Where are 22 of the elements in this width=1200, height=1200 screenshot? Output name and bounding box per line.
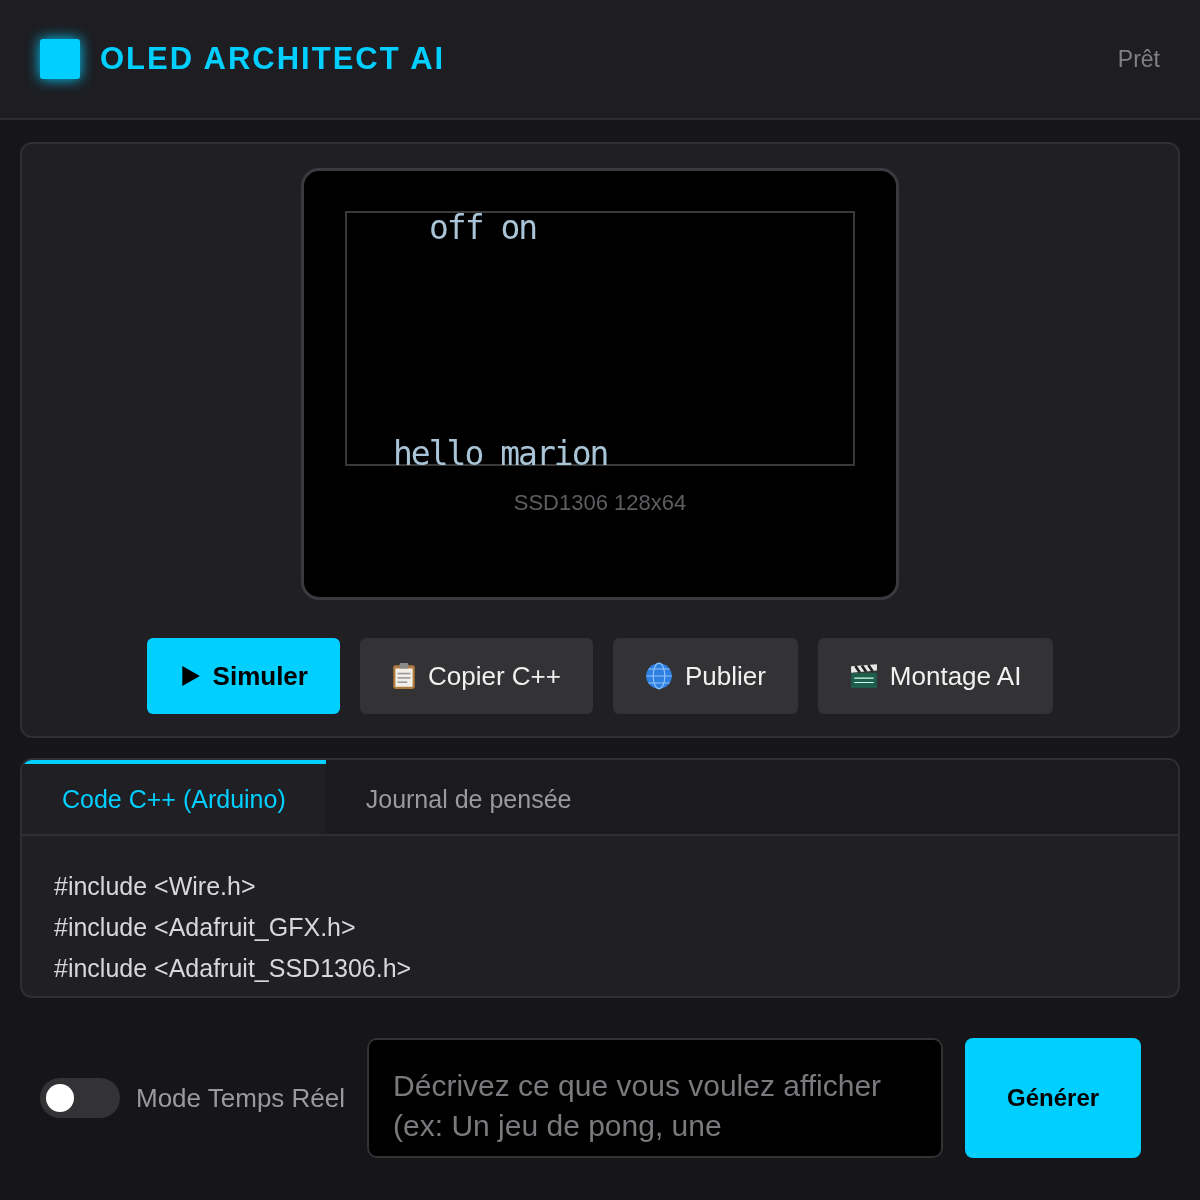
status-text: Prêt (1117, 45, 1160, 73)
prompt-field[interactable]: Décrivez ce que vous voulez afficher (ex: Un jeu de pong, une (367, 1038, 944, 1158)
display-text: hello marion (392, 433, 609, 470)
code-line: #include <Wire.h> (54, 871, 257, 902)
tab[interactable]: Code C++ (Arduino) (22, 760, 326, 834)
clapperboard-icon (849, 663, 878, 689)
globe-icon (644, 662, 673, 690)
generate-button[interactable]: Générer (965, 1038, 1142, 1158)
logo-icon (40, 39, 80, 79)
action-button[interactable]: Publier (612, 638, 798, 714)
display-model-label: SSD1306 128x64 (513, 490, 687, 516)
code-line: #include <Adafruit_GFX.h> (54, 912, 357, 943)
app-title: OLED ARCHITECT AI (100, 41, 446, 77)
action-button[interactable]: Simuler (146, 638, 340, 714)
toggle-label: Mode Temps Réel (136, 1082, 346, 1114)
tab[interactable]: Journal de pensée (325, 760, 612, 834)
code-line: #include <Adafruit_SSD1306.h> (54, 953, 413, 984)
action-button[interactable]: Copier C++ (359, 638, 593, 714)
display-text: off on (429, 211, 537, 244)
action-button[interactable]: Montage AI (817, 638, 1054, 714)
realtime-toggle[interactable] (40, 1078, 120, 1118)
clipboard-icon (391, 662, 416, 690)
